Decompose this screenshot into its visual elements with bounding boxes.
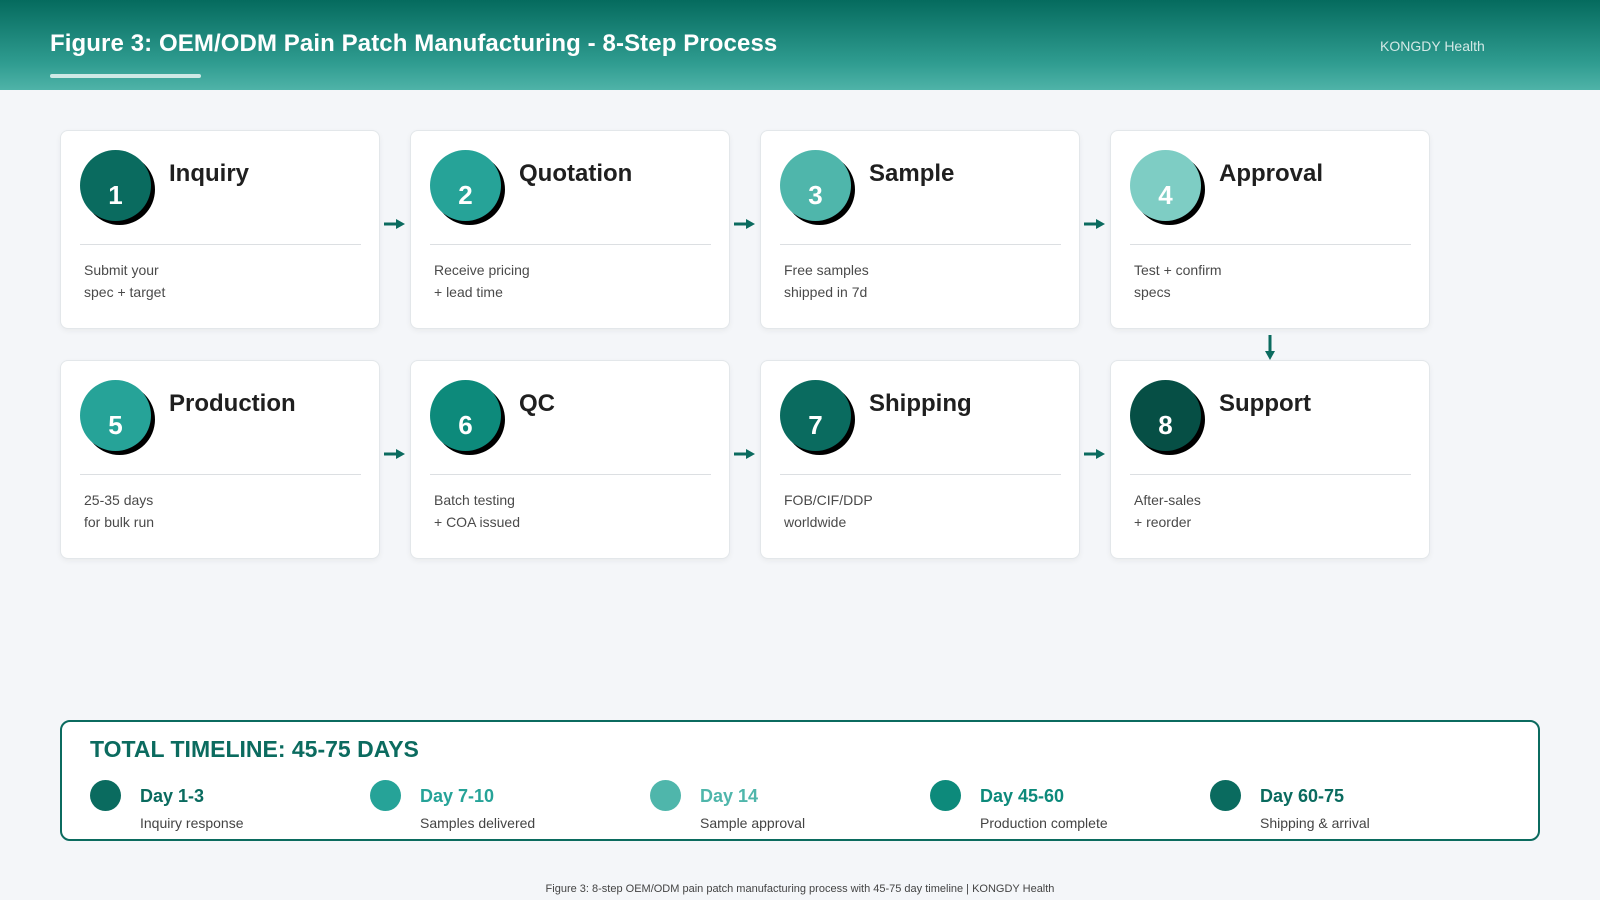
step-number-badge: 8 bbox=[1130, 380, 1201, 451]
milestone-description: Shipping & arrival bbox=[1260, 815, 1370, 831]
step-description: 25-35 days for bulk run bbox=[84, 489, 364, 533]
step-description: Submit your spec + target bbox=[84, 259, 364, 303]
arrow-down-icon bbox=[1265, 335, 1275, 360]
step-card-8: 8 Support After-sales + reorder bbox=[1110, 360, 1430, 559]
step-card-3: 3 Sample Free samples shipped in 7d bbox=[760, 130, 1080, 329]
milestone-dot bbox=[1210, 780, 1241, 811]
card-divider bbox=[80, 474, 361, 475]
card-divider bbox=[80, 244, 361, 245]
step-description: Batch testing + COA issued bbox=[434, 489, 714, 533]
milestone-day: Day 7-10 bbox=[420, 786, 495, 806]
step-card-1: 1 Inquiry Submit your spec + target bbox=[60, 130, 380, 329]
step-card-4: 4 Approval Test + confirm specs bbox=[1110, 130, 1430, 329]
step-number: 4 bbox=[1158, 180, 1173, 210]
step-number-badge: 4 bbox=[1130, 150, 1201, 221]
timeline-milestone: Day 60-75 Shipping & arrival bbox=[1210, 780, 1470, 836]
step-description: FOB/CIF/DDP worldwide bbox=[784, 489, 1064, 533]
timeline-title: TOTAL TIMELINE: 45-75 DAYS bbox=[90, 736, 419, 762]
step-description-line: FOB/CIF/DDP bbox=[784, 492, 873, 508]
step-description-line: worldwide bbox=[784, 514, 847, 530]
milestone-day: Day 45-60 bbox=[980, 786, 1065, 806]
milestone-dot bbox=[370, 780, 401, 811]
step-description-line: Test + confirm bbox=[1134, 262, 1222, 278]
step-description: Test + confirm specs bbox=[1134, 259, 1414, 303]
step-description-line: After-sales bbox=[1134, 492, 1201, 508]
step-number-badge: 7 bbox=[780, 380, 851, 451]
step-title: QC bbox=[519, 390, 555, 417]
step-card-2: 2 Quotation Receive pricing + lead time bbox=[410, 130, 730, 329]
step-title: Production bbox=[169, 390, 296, 417]
step-number: 8 bbox=[1158, 410, 1173, 440]
card-divider bbox=[1130, 474, 1411, 475]
step-description-line: specs bbox=[1134, 284, 1171, 300]
milestone-day: Day 1-3 bbox=[140, 786, 205, 806]
figure-caption: Figure 3: 8-step OEM/ODM pain patch manu… bbox=[545, 883, 1055, 895]
milestone-day: Day 14 bbox=[700, 786, 759, 806]
timeline-milestone: Day 7-10 Samples delivered bbox=[370, 780, 630, 836]
milestone-description: Production complete bbox=[980, 815, 1108, 831]
brand-label: KONGDY Health bbox=[1380, 38, 1485, 54]
step-number: 1 bbox=[108, 180, 123, 210]
timeline-milestone: Day 1-3 Inquiry response bbox=[90, 780, 350, 836]
milestone-dot bbox=[650, 780, 681, 811]
step-number: 5 bbox=[108, 410, 123, 440]
step-description-line: + COA issued bbox=[434, 514, 520, 530]
step-number-badge: 5 bbox=[80, 380, 151, 451]
step-title: Quotation bbox=[519, 160, 633, 187]
timeline-panel: TOTAL TIMELINE: 45-75 DAYS Day 1-3 Inquir… bbox=[60, 720, 1540, 841]
header-banner: Figure 3: OEM/ODM Pain Patch Manufacturi… bbox=[0, 0, 1600, 90]
timeline-milestone: Day 45-60 Production complete bbox=[930, 780, 1190, 836]
step-description-line: Receive pricing bbox=[434, 262, 530, 278]
milestone-description: Sample approval bbox=[700, 815, 806, 831]
card-divider bbox=[780, 474, 1061, 475]
arrow-right-icon bbox=[1084, 449, 1105, 459]
step-description: After-sales + reorder bbox=[1134, 489, 1414, 533]
step-description-line: Free samples bbox=[784, 262, 869, 278]
step-description-line: + lead time bbox=[434, 284, 503, 300]
step-number: 7 bbox=[808, 410, 823, 440]
step-title: Sample bbox=[869, 160, 955, 187]
arrow-right-icon bbox=[734, 449, 755, 459]
arrow-right-icon bbox=[1084, 219, 1105, 229]
step-number: 3 bbox=[808, 180, 823, 210]
step-number-badge: 6 bbox=[430, 380, 501, 451]
milestone-day: Day 60-75 bbox=[1260, 786, 1345, 806]
arrow-right-icon bbox=[734, 219, 755, 229]
arrow-right-icon bbox=[384, 449, 405, 459]
step-card-5: 5 Production 25-35 days for bulk run bbox=[60, 360, 380, 559]
page-title: Figure 3: OEM/ODM Pain Patch Manufacturi… bbox=[50, 30, 778, 57]
step-description-line: for bulk run bbox=[84, 514, 155, 530]
step-description-line: shipped in 7d bbox=[784, 284, 868, 300]
step-description-line: Submit your bbox=[84, 262, 159, 278]
step-number: 6 bbox=[458, 410, 473, 440]
step-description-line: + reorder bbox=[1134, 514, 1192, 530]
step-description: Receive pricing + lead time bbox=[434, 259, 714, 303]
step-title: Approval bbox=[1219, 160, 1324, 187]
card-divider bbox=[780, 244, 1061, 245]
step-title: Support bbox=[1219, 390, 1311, 417]
timeline-milestone: Day 14 Sample approval bbox=[650, 780, 910, 836]
milestone-description: Samples delivered bbox=[420, 815, 536, 831]
card-divider bbox=[430, 244, 711, 245]
step-description-line: 25-35 days bbox=[84, 492, 154, 508]
step-number-badge: 1 bbox=[80, 150, 151, 221]
step-number-badge: 3 bbox=[780, 150, 851, 221]
milestone-dot bbox=[930, 780, 961, 811]
step-number-badge: 2 bbox=[430, 150, 501, 221]
arrow-right-icon bbox=[384, 219, 405, 229]
step-title: Shipping bbox=[869, 390, 972, 417]
step-description-line: spec + target bbox=[84, 284, 166, 300]
step-description: Free samples shipped in 7d bbox=[784, 259, 1064, 303]
step-card-7: 7 Shipping FOB/CIF/DDP worldwide bbox=[760, 360, 1080, 559]
card-divider bbox=[430, 474, 711, 475]
card-divider bbox=[1130, 244, 1411, 245]
milestone-dot bbox=[90, 780, 121, 811]
milestone-description: Inquiry response bbox=[140, 815, 244, 831]
title-underline bbox=[50, 74, 201, 78]
step-description-line: Batch testing bbox=[434, 492, 515, 508]
step-card-6: 6 QC Batch testing + COA issued bbox=[410, 360, 730, 559]
step-title: Inquiry bbox=[169, 160, 250, 187]
step-number: 2 bbox=[458, 180, 473, 210]
